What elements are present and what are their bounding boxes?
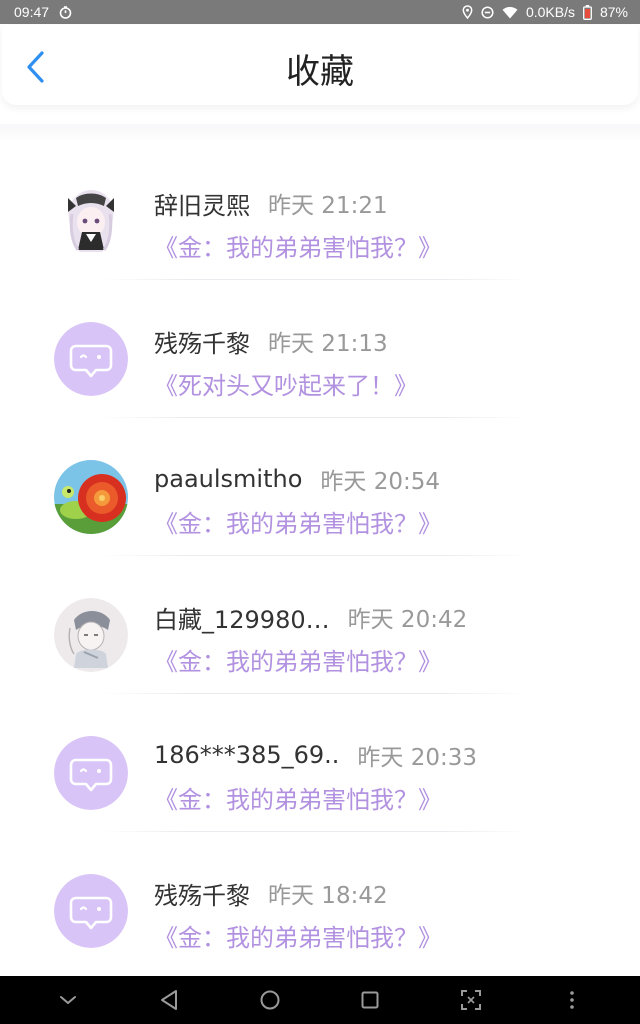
list-item[interactable]: 186***385_69.. 昨天 20:33 《金：我的弟弟害怕我？》 xyxy=(0,694,640,832)
user-name[interactable]: 186***385_69.. xyxy=(154,741,339,769)
back-triangle-icon xyxy=(161,990,177,1010)
wifi-icon xyxy=(502,6,518,19)
message-link[interactable]: 《金：我的弟弟害怕我？》 xyxy=(154,642,442,677)
list-item[interactable]: 残殇千黎 昨天 21:13 《死对头又吵起来了！》 xyxy=(0,280,640,418)
header-divider xyxy=(0,124,640,142)
avatar[interactable] xyxy=(54,322,128,396)
page-title: 收藏 xyxy=(286,52,354,92)
scan-icon xyxy=(461,990,481,1010)
timestamp: 昨天 18:42 xyxy=(268,883,388,909)
avatar[interactable] xyxy=(54,460,128,534)
message-link[interactable]: 《死对头又吵起来了！》 xyxy=(154,366,418,401)
nav-recents-button[interactable] xyxy=(346,976,394,1024)
battery-icon xyxy=(583,4,592,20)
nav-more-button[interactable] xyxy=(548,976,596,1024)
name-row: 白藏_129980… 昨天 20:42 xyxy=(154,600,467,634)
message-link[interactable]: 《金：我的弟弟害怕我？》 xyxy=(154,918,442,953)
anime-girl-avatar-icon xyxy=(54,184,128,258)
nav-back-button[interactable] xyxy=(145,976,193,1024)
default-chat-bubble-avatar-icon xyxy=(54,322,128,396)
message-link[interactable]: 《金：我的弟弟害怕我？》 xyxy=(154,228,442,263)
user-name[interactable]: 辞旧灵熙 xyxy=(154,186,250,221)
chevron-down-icon xyxy=(60,996,76,1004)
location-icon xyxy=(462,5,473,19)
recents-square-icon xyxy=(361,991,379,1009)
status-bar: 09:47 0.0KB/s 87% xyxy=(0,0,640,24)
snail-avatar-icon xyxy=(54,460,128,534)
do-not-disturb-icon xyxy=(481,5,494,19)
chevron-left-icon xyxy=(27,51,44,83)
user-name[interactable]: 残殇千黎 xyxy=(154,324,250,359)
user-name[interactable]: paaulsmitho xyxy=(154,465,302,493)
name-row: 186***385_69.. 昨天 20:33 xyxy=(154,738,477,772)
status-time: 09:47 xyxy=(14,4,50,20)
message-link[interactable]: 《金：我的弟弟害怕我？》 xyxy=(154,504,442,539)
default-chat-bubble-avatar-icon xyxy=(54,736,128,810)
nav-home-button[interactable] xyxy=(246,976,294,1024)
network-speed: 0.0KB/s xyxy=(525,4,575,20)
user-name[interactable]: 白藏_129980… xyxy=(154,600,330,635)
list-item[interactable]: 白藏_129980… 昨天 20:42 《金：我的弟弟害怕我？》 xyxy=(0,556,640,694)
user-name[interactable]: 残殇千黎 xyxy=(154,876,250,911)
list-item[interactable]: 辞旧灵熙 昨天 21:21 《金：我的弟弟害怕我？》 xyxy=(0,142,640,280)
name-row: 残殇千黎 昨天 18:42 xyxy=(154,876,388,910)
stopwatch-icon xyxy=(59,5,72,19)
name-row: 残殇千黎 昨天 21:13 xyxy=(154,324,388,358)
timestamp: 昨天 20:42 xyxy=(347,607,468,633)
avatar[interactable] xyxy=(54,736,128,810)
sketch-character-avatar-icon xyxy=(54,598,128,672)
list-item[interactable]: 残殇千黎 昨天 18:42 《金：我的弟弟害怕我？》 xyxy=(0,832,640,970)
list-item[interactable]: paaulsmitho 昨天 20:54 《金：我的弟弟害怕我？》 xyxy=(0,418,640,556)
system-nav-bar xyxy=(0,976,640,1024)
timestamp: 昨天 21:13 xyxy=(268,331,388,357)
app-header: 收藏 xyxy=(2,25,638,105)
more-vertical-icon xyxy=(570,991,574,1009)
name-row: 辞旧灵熙 昨天 21:21 xyxy=(154,186,388,220)
name-row: paaulsmitho 昨天 20:54 xyxy=(154,462,440,496)
battery-percentage: 87% xyxy=(599,4,628,20)
avatar[interactable] xyxy=(54,598,128,672)
back-button[interactable] xyxy=(18,49,54,85)
nav-screenshot-button[interactable] xyxy=(447,976,495,1024)
timestamp: 昨天 20:33 xyxy=(357,745,478,771)
message-link[interactable]: 《金：我的弟弟害怕我？》 xyxy=(154,780,442,815)
favorites-list: 辞旧灵熙 昨天 21:21 《金：我的弟弟害怕我？》 残殇千黎 昨天 21:13… xyxy=(0,142,640,970)
hide-nav-button[interactable] xyxy=(44,976,92,1024)
default-chat-bubble-avatar-icon xyxy=(54,874,128,948)
timestamp: 昨天 20:54 xyxy=(320,469,440,495)
avatar[interactable] xyxy=(54,184,128,258)
home-circle-icon xyxy=(260,990,280,1010)
timestamp: 昨天 21:21 xyxy=(268,193,388,219)
avatar[interactable] xyxy=(54,874,128,948)
